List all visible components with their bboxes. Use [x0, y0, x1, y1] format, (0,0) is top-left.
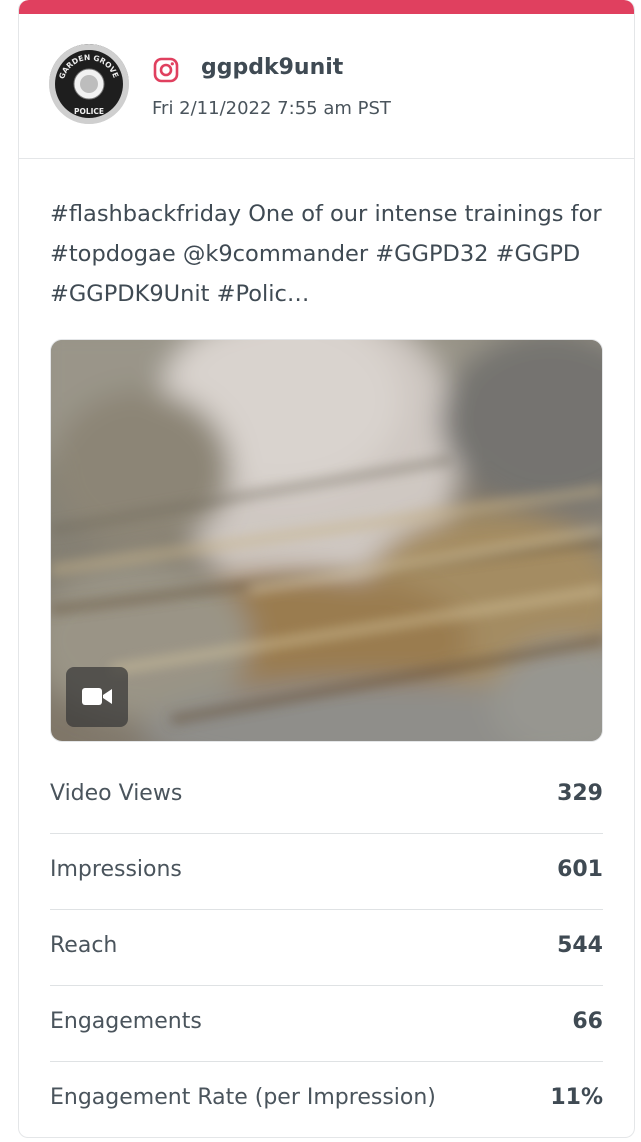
- post-caption: #flashbackfriday One of our intense trai…: [50, 201, 602, 307]
- post-timestamp: Fri 2/11/2022 7:55 am PST: [152, 98, 391, 119]
- metric-value: 11%: [550, 1085, 603, 1110]
- post-card: GARDEN GROVE POLICE ggpdk9unit Fri 2/11/…: [18, 0, 635, 1138]
- metric-row-reach: Reach 544: [50, 913, 603, 986]
- police-badge-logo: GARDEN GROVE POLICE: [49, 44, 129, 124]
- accent-bar: [19, 0, 634, 14]
- metric-label: Impressions: [50, 857, 182, 882]
- video-badge: [66, 667, 128, 727]
- metric-label: Video Views: [50, 781, 183, 806]
- metric-value: 329: [557, 781, 603, 806]
- video-frame-image: [51, 340, 602, 741]
- video-camera-icon: [82, 688, 112, 705]
- metric-value: 66: [572, 1009, 603, 1034]
- username[interactable]: ggpdk9unit: [201, 55, 343, 80]
- metric-row-video-views: Video Views 329: [50, 761, 603, 834]
- metric-label: Engagement Rate (per Impression): [50, 1085, 436, 1110]
- metric-label: Engagements: [50, 1009, 202, 1034]
- metrics-list: Video Views 329 Impressions 601 Reach 54…: [50, 761, 603, 1137]
- metric-row-engagement-rate: Engagement Rate (per Impression) 11%: [50, 1065, 603, 1137]
- metric-value: 601: [557, 857, 603, 882]
- metric-row-impressions: Impressions 601: [50, 837, 603, 910]
- video-thumbnail[interactable]: [50, 339, 603, 742]
- post-header: GARDEN GROVE POLICE ggpdk9unit Fri 2/11/…: [19, 14, 634, 159]
- badge-bottom-text: POLICE: [74, 107, 104, 116]
- metric-value: 544: [557, 933, 603, 958]
- metric-label: Reach: [50, 933, 118, 958]
- metric-row-engagements: Engagements 66: [50, 989, 603, 1062]
- avatar[interactable]: GARDEN GROVE POLICE: [49, 44, 129, 124]
- instagram-icon: [153, 57, 179, 83]
